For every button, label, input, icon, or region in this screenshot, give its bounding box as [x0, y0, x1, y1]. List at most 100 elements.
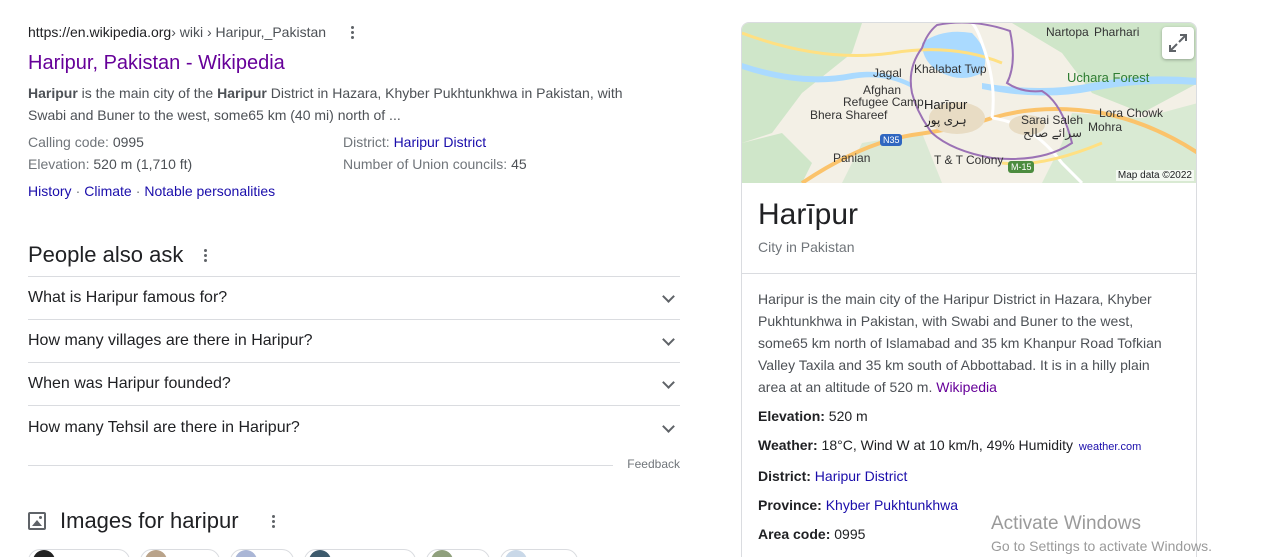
kp-fact-label[interactable]: Province: — [758, 497, 822, 513]
map-label: Pharhari — [1094, 25, 1140, 39]
image-chip[interactable] — [500, 549, 578, 557]
image-chip[interactable] — [426, 549, 490, 557]
chip-thumbnail — [235, 550, 257, 557]
sitelink-climate[interactable]: Climate — [84, 183, 131, 199]
map-thumbnail[interactable]: Nartopa Pharhari Uchara Forest Jagal Kha… — [742, 23, 1196, 183]
paa-question-text: How many villages are there in Haripur? — [28, 332, 313, 349]
chip-thumbnail — [505, 550, 527, 557]
result-url-host[interactable]: https://en.wikipedia.org — [28, 24, 171, 40]
map-label: سرائے صالح — [1023, 126, 1082, 140]
snippet-text-1: is the main city of the — [77, 85, 218, 101]
kp-title: Harīpur — [758, 198, 859, 231]
chevron-down-icon[interactable] — [662, 422, 674, 434]
map-road-shield: M-15 — [1011, 162, 1032, 172]
result-snippet: Haripur is the main city of the Haripur … — [28, 82, 638, 126]
activate-windows-watermark: Activate Windows Go to Settings to activ… — [991, 512, 1212, 556]
sitelink-history[interactable]: History — [28, 183, 72, 199]
kp-fact-label[interactable]: Weather: — [758, 437, 818, 453]
map-road-shield: N35 — [883, 135, 900, 145]
fact-label: District: — [343, 134, 394, 150]
paa-footer: Feedback — [28, 455, 680, 477]
paa-question[interactable]: When was Haripur founded? — [28, 363, 680, 406]
image-chips — [28, 549, 578, 557]
image-chip[interactable] — [230, 549, 294, 557]
divider — [28, 465, 613, 466]
paa-question[interactable]: How many Tehsil are there in Haripur? — [28, 406, 680, 449]
kp-fact-district: District: Haripur District — [758, 465, 1180, 487]
fact-calling-code: Calling code: 0995 — [28, 131, 343, 153]
fact-union-councils: Number of Union councils: 45 — [343, 153, 673, 175]
images-header: Images for haripur — [28, 506, 283, 536]
map-label: ہری پور — [925, 113, 967, 127]
map-credit: Map data ©2022 — [1115, 170, 1194, 181]
images-title: Images for haripur — [60, 508, 239, 533]
wikipedia-link[interactable]: Wikipedia — [936, 379, 997, 395]
fact-label: Number of Union councils: — [343, 156, 512, 172]
kp-fact-elevation: Elevation: 520 m — [758, 405, 1180, 427]
paa-question[interactable]: What is Haripur famous for? — [28, 277, 680, 320]
feedback-link[interactable]: Feedback — [627, 457, 680, 471]
kp-fact-value: 520 m — [828, 408, 868, 424]
fact-value: 0995 — [112, 134, 144, 150]
paa-question-text: When was Haripur founded? — [28, 375, 231, 392]
kp-province-link[interactable]: Khyber Pukhtunkhwa — [826, 497, 958, 513]
map-label: Bhera Shareef — [810, 108, 888, 122]
image-chip[interactable] — [28, 549, 130, 557]
result-url-path[interactable]: › wiki › Haripur,_Pakistan — [171, 24, 326, 40]
kp-description: Haripur is the main city of the Haripur … — [758, 288, 1180, 398]
kp-fact-label[interactable]: District: — [758, 468, 811, 484]
snippet-bold-1: Haripur — [28, 85, 78, 101]
watermark-line-1: Activate Windows — [991, 513, 1141, 534]
map-label: Uchara Forest — [1067, 70, 1150, 85]
kp-fact-weather: Weather: 18°C, Wind W at 10 km/h, 49% Hu… — [758, 434, 1180, 458]
sitelinks: History · Climate · Notable personalities — [28, 180, 688, 202]
fact-elevation: Elevation: 520 m (1,710 ft) — [28, 153, 343, 175]
kp-district-link[interactable]: Haripur District — [815, 468, 908, 484]
result-title-link[interactable]: Haripur, Pakistan - Wikipedia — [28, 50, 688, 76]
chip-thumbnail — [431, 550, 453, 557]
expand-map-button[interactable] — [1162, 27, 1194, 59]
image-chip[interactable] — [140, 549, 220, 557]
paa-header: People also ask — [28, 240, 680, 270]
kp-fact-label[interactable]: Area code: — [758, 526, 830, 542]
snippet-bold-2: Haripur — [217, 85, 267, 101]
map-label: Nartopa — [1046, 25, 1089, 39]
kp-subtitle: City in Pakistan — [758, 239, 855, 255]
expand-icon — [1169, 34, 1187, 52]
more-options-icon[interactable] — [344, 23, 362, 41]
map-label: Harīpur — [924, 97, 968, 112]
image-icon — [28, 512, 46, 530]
chip-thumbnail — [309, 550, 331, 557]
map-label: Sarai Saleh — [1021, 113, 1084, 127]
more-options-icon[interactable] — [197, 246, 215, 264]
map-label: Khalabat Twp — [914, 62, 987, 76]
fact-value: 45 — [511, 156, 527, 172]
people-also-ask: People also ask What is Haripur famous f… — [28, 240, 680, 477]
paa-question-text: What is Haripur famous for? — [28, 289, 228, 306]
paa-question-text: How many Tehsil are there in Haripur? — [28, 418, 300, 436]
more-options-icon[interactable] — [265, 512, 283, 530]
chip-thumbnail — [145, 550, 167, 557]
kp-fact-value: 18°C, Wind W at 10 km/h, 49% Humidity — [821, 437, 1074, 453]
kp-fact-value: 0995 — [834, 526, 866, 542]
sitelink-separator: · — [75, 183, 81, 199]
chevron-down-icon[interactable] — [662, 292, 674, 304]
chip-thumbnail — [33, 550, 55, 557]
fact-label: Calling code: — [28, 134, 113, 150]
map-label: Lora Chowk — [1099, 106, 1164, 120]
district-link[interactable]: Haripur District — [394, 134, 487, 150]
paa-title: People also ask — [28, 242, 184, 267]
knowledge-panel: Nartopa Pharhari Uchara Forest Jagal Kha… — [741, 22, 1197, 557]
sitelink-notable-personalities[interactable]: Notable personalities — [144, 183, 275, 199]
paa-question[interactable]: How many villages are there in Haripur? — [28, 320, 680, 363]
chevron-down-icon[interactable] — [662, 378, 674, 390]
kp-fact-label[interactable]: Elevation: — [758, 408, 825, 424]
chevron-down-icon[interactable] — [662, 335, 674, 347]
fact-district: District: Haripur District — [343, 131, 673, 153]
result-cite[interactable]: https://en.wikipedia.org › wiki › Haripu… — [28, 22, 688, 42]
map-label: Panian — [833, 151, 871, 165]
weather-source-link[interactable]: weather.com — [1079, 441, 1141, 453]
image-chip[interactable] — [304, 549, 416, 557]
map-label: Jagal — [873, 66, 902, 80]
watermark-line-2: Go to Settings to activate Windows. — [991, 538, 1212, 554]
